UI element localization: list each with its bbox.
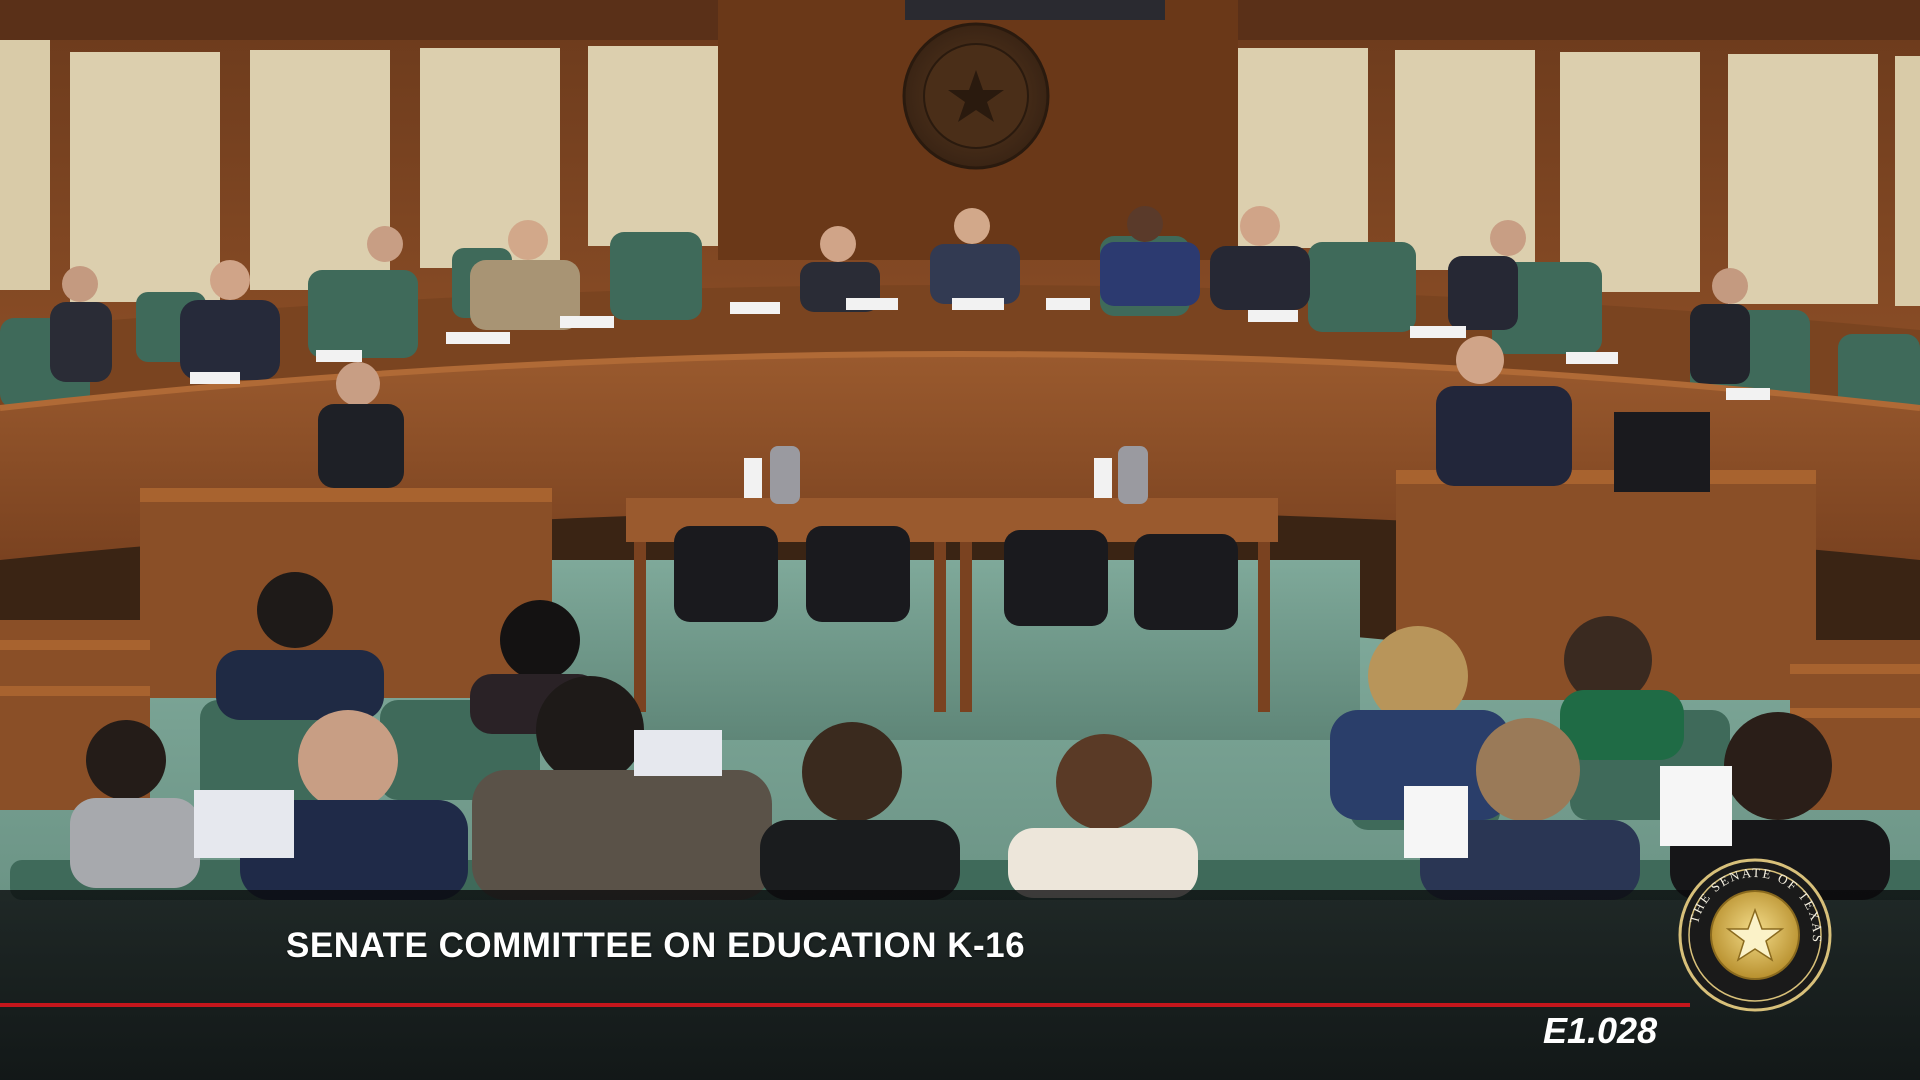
broadcast-caption: SENATE COMMITTEE ON EDUCATION K-16: [286, 926, 1026, 965]
room-id-label: E1.028: [1543, 1010, 1658, 1051]
senate-seal-icon: THE SENATE OF TEXAS: [1678, 858, 1832, 1012]
state-seal-icon: [902, 22, 1050, 170]
caption-divider: [0, 1003, 1690, 1007]
